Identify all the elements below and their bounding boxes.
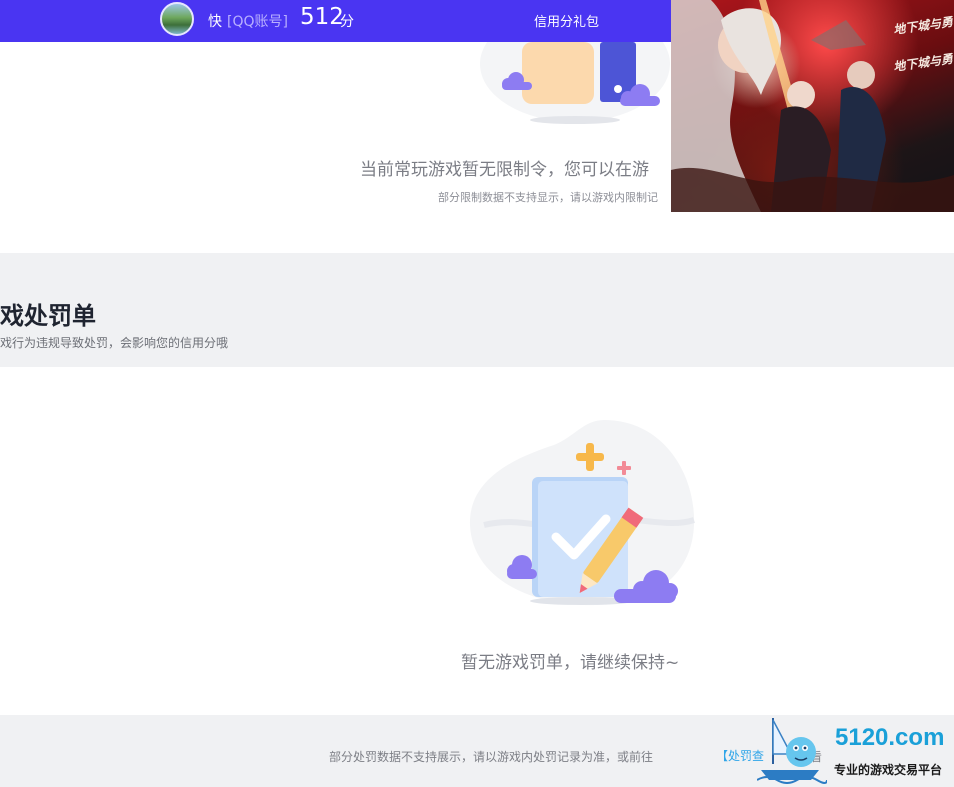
account-type-label: [QQ账号] [227, 14, 288, 30]
penalty-section-subtitle: 戏行为违规导致处罚，会影响您的信用分哦 [0, 336, 229, 350]
hand-shape [522, 42, 594, 104]
penalty-section-title: 戏处罚单 [0, 302, 96, 330]
card-dot [614, 85, 622, 93]
no-restriction-illustration [480, 42, 670, 124]
avatar[interactable] [160, 2, 194, 36]
watermark-domain: 5120.com [835, 724, 945, 751]
credit-score-unit: 分 [340, 14, 354, 30]
restriction-data-note: 部分限制数据不支持显示，请以游戏内限制记 [438, 191, 658, 204]
penalty-data-note: 部分处罚数据不支持展示，请以游戏内处罚记录为准，或前往 [329, 750, 654, 764]
user-nickname: 快 [208, 14, 222, 30]
mascot-logo-icon [757, 718, 827, 784]
no-penalty-illustration [469, 420, 695, 606]
credit-score: 512 [300, 4, 344, 30]
illustration-shadow [530, 116, 620, 124]
no-restriction-message: 当前常玩游戏暂无限制令，您可以在游 [360, 160, 649, 180]
credit-gift-link[interactable]: 信用分礼包 [534, 11, 599, 30]
no-penalty-message: 暂无游戏罚单，请继续保持~ [461, 653, 680, 673]
watermark-tagline: 专业的游戏交易平台 [834, 763, 943, 777]
